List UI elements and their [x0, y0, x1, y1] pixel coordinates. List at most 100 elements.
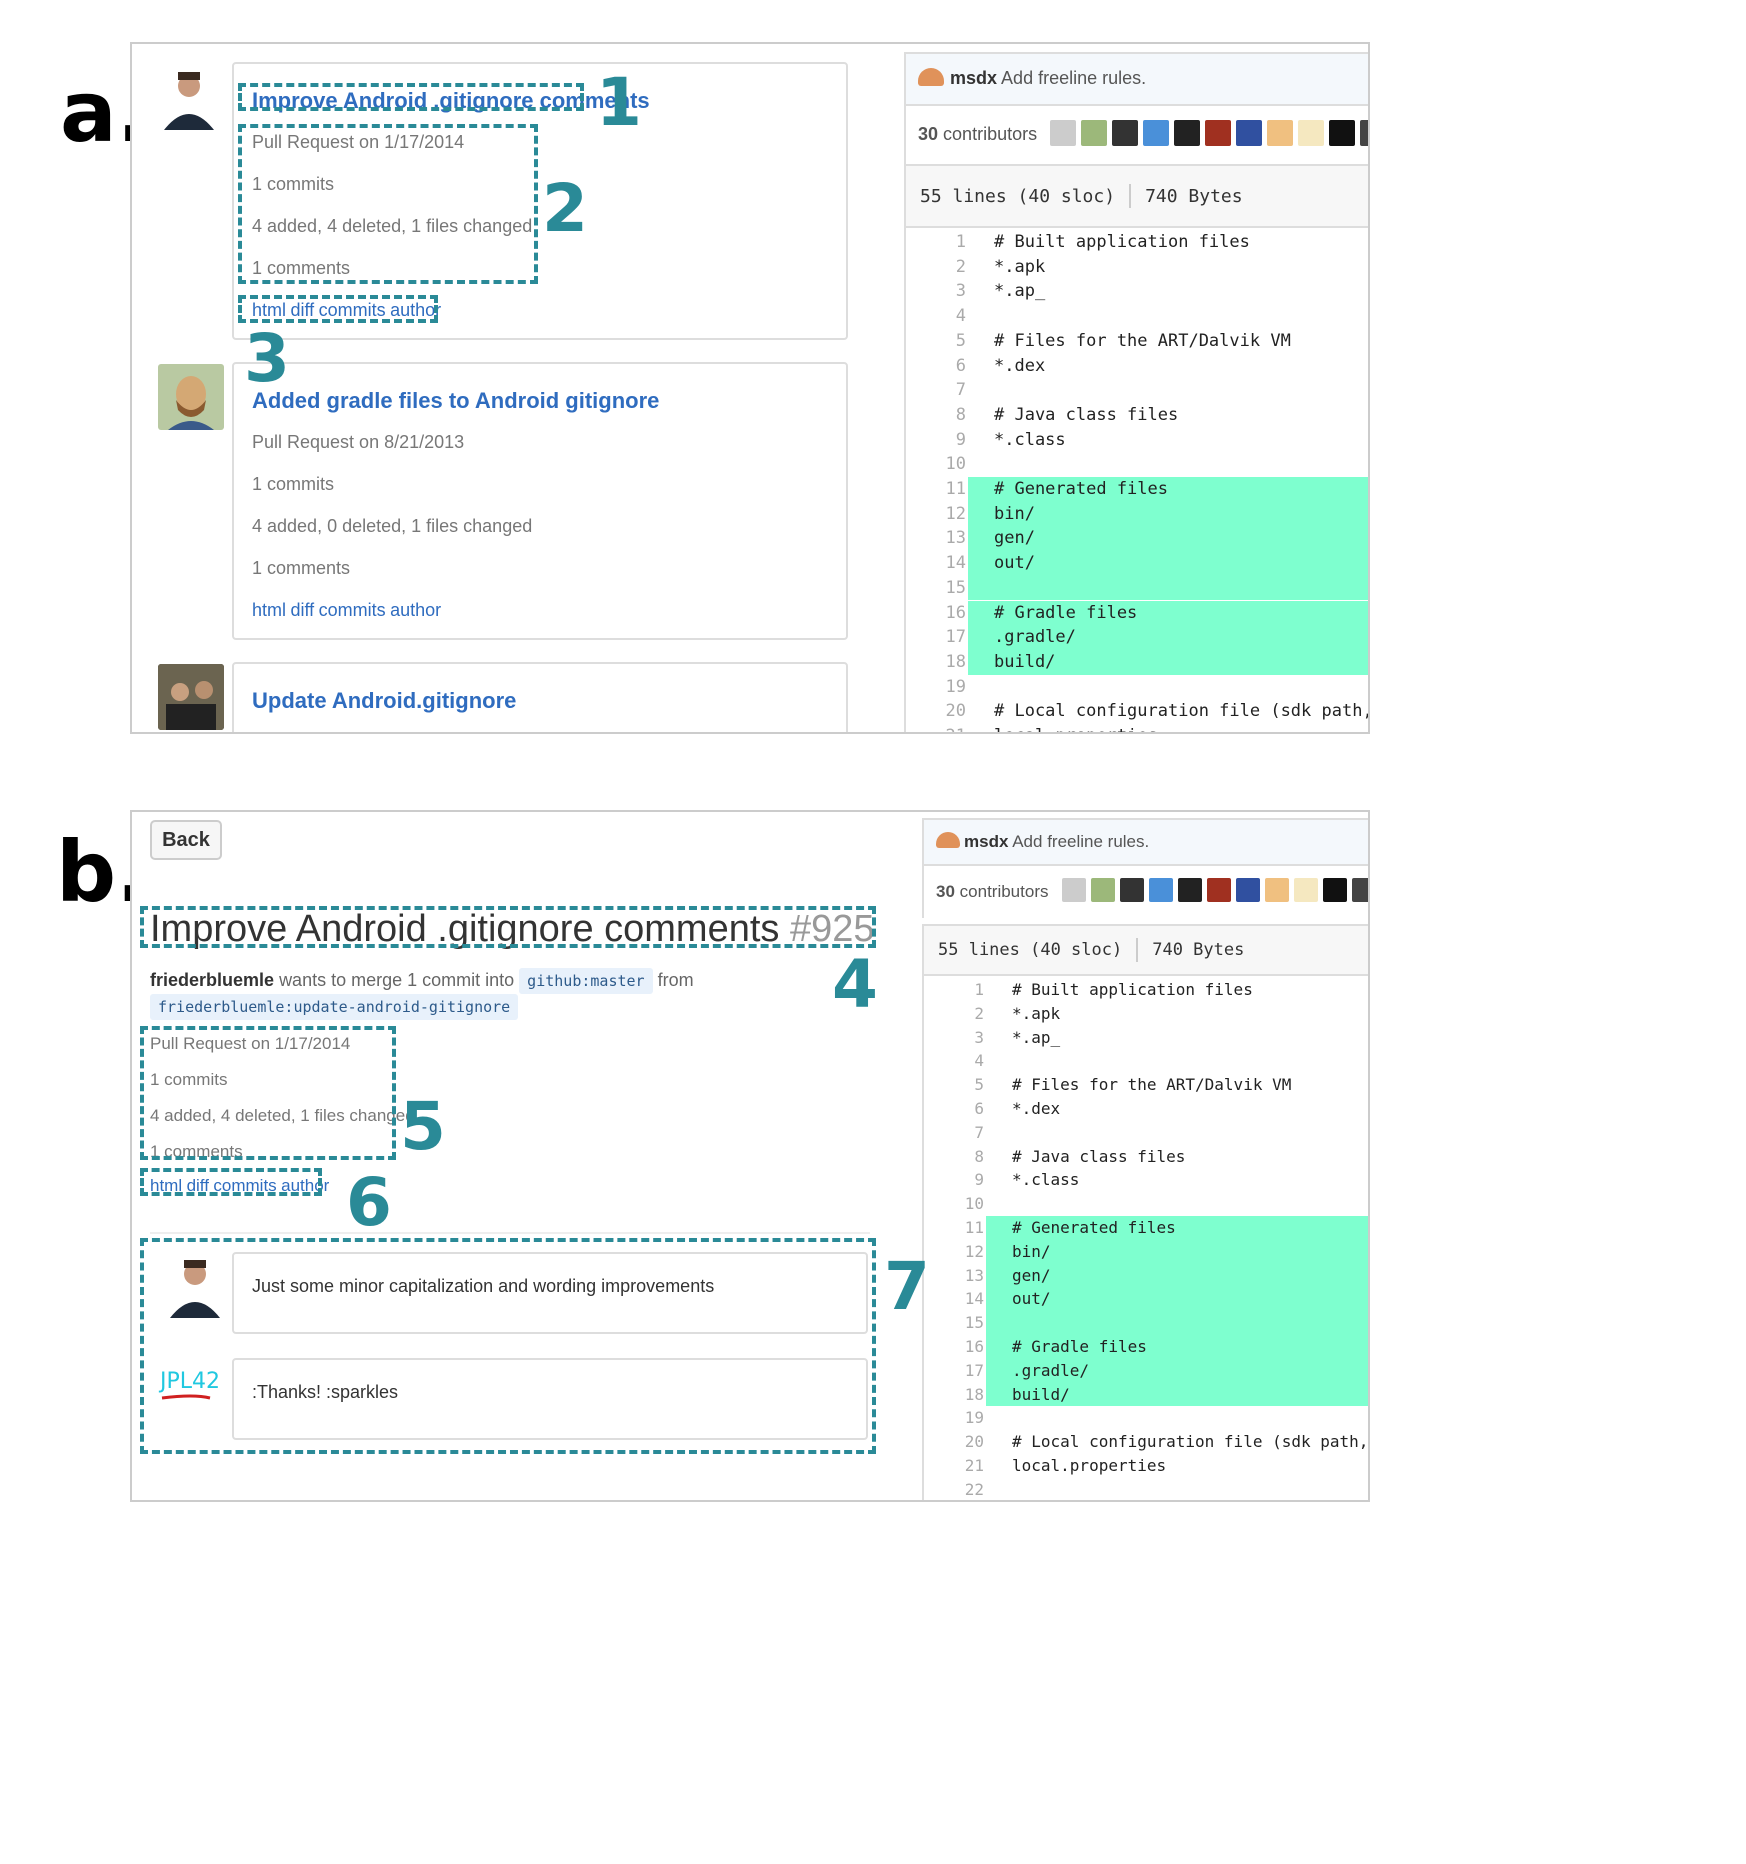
pr-title-link[interactable]: Update Android.gitignore [252, 688, 516, 714]
pr-title-link[interactable]: Added gradle files to Android gitignore [252, 388, 659, 414]
line-number[interactable]: 14 [924, 1287, 984, 1311]
line-number[interactable]: 18 [924, 1383, 984, 1407]
code-line: 3 *.ap_ [924, 1026, 1368, 1050]
code-line: 14 out/ [924, 1287, 1368, 1312]
line-number[interactable]: 2 [924, 1002, 984, 1026]
line-number[interactable]: 7 [924, 1121, 984, 1145]
line-number[interactable]: 12 [906, 502, 966, 527]
line-number[interactable]: 12 [924, 1240, 984, 1264]
line-number[interactable]: 6 [924, 1097, 984, 1121]
line-number[interactable]: 5 [906, 329, 966, 354]
line-number[interactable]: 16 [924, 1335, 984, 1359]
line-number[interactable]: 22 [924, 1478, 984, 1500]
code-line: 6 *.dex [906, 354, 1368, 379]
line-number[interactable]: 14 [906, 551, 966, 576]
avatar [158, 364, 224, 430]
code-line: 4 [906, 304, 1368, 329]
line-number[interactable]: 4 [906, 304, 966, 329]
code-line: 15 [924, 1311, 1368, 1335]
code-line: 12 bin/ [906, 501, 1368, 527]
line-number[interactable]: 13 [924, 1264, 984, 1288]
line-number[interactable]: 20 [924, 1430, 984, 1454]
line-text: # Gradle files [1012, 1337, 1147, 1356]
callout-5-number: 5 [400, 1088, 446, 1165]
line-number[interactable]: 21 [906, 724, 966, 732]
line-number[interactable]: 16 [906, 601, 966, 626]
diff-link[interactable]: diff [290, 600, 314, 620]
line-number[interactable]: 20 [906, 699, 966, 724]
code-line: 10 [906, 452, 1368, 477]
line-number[interactable]: 15 [924, 1311, 984, 1335]
line-number[interactable]: 7 [906, 378, 966, 403]
line-text: # Local configuration file (sdk path, et… [994, 701, 1370, 722]
line-number[interactable]: 3 [906, 279, 966, 304]
line-number[interactable]: 5 [924, 1073, 984, 1097]
line-text: # Generated files [1012, 1218, 1176, 1237]
code-line: 13 gen/ [924, 1263, 1368, 1288]
line-number[interactable]: 18 [906, 650, 966, 675]
line-number[interactable]: 2 [906, 255, 966, 280]
code-line: 15 [906, 575, 1368, 601]
line-text: out/ [1012, 1289, 1051, 1309]
line-number[interactable]: 19 [924, 1406, 984, 1430]
line-text: local.properties [994, 724, 1158, 732]
line-number[interactable]: 21 [924, 1454, 984, 1478]
commits-link[interactable]: commits [319, 600, 386, 620]
line-number[interactable]: 6 [906, 354, 966, 379]
line-number[interactable]: 17 [906, 625, 966, 650]
commit-message[interactable]: Add freeline rules. [1001, 68, 1146, 88]
base-branch[interactable]: github:master [519, 968, 653, 994]
line-number[interactable]: 11 [906, 477, 966, 502]
line-number[interactable]: 10 [924, 1192, 984, 1216]
head-branch[interactable]: friederbluemle:update-android-gitignore [150, 994, 519, 1020]
line-number[interactable]: 17 [924, 1359, 984, 1383]
merge-user[interactable]: friederbluemle [150, 970, 274, 990]
lines-info: 55 lines (40 sloc) [938, 940, 1123, 960]
contributors-label[interactable]: contributors [960, 882, 1049, 901]
line-number[interactable]: 9 [906, 428, 966, 453]
size-info: 740 Bytes [1152, 940, 1245, 960]
line-number[interactable]: 3 [924, 1026, 984, 1050]
line-number[interactable]: 8 [924, 1145, 984, 1169]
author-link[interactable]: author [390, 600, 441, 620]
contributor-avatars[interactable] [1050, 120, 1368, 146]
line-text: # Gradle files [994, 602, 1138, 623]
contributors-label[interactable]: contributors [943, 124, 1037, 144]
line-text: gen/ [994, 528, 1035, 549]
back-button[interactable]: Back [150, 820, 222, 860]
commit-message[interactable]: Add freeline rules. [1012, 832, 1149, 851]
line-number[interactable]: 1 [924, 978, 984, 1002]
pr-card: Added gradle files to Android gitignore … [232, 362, 848, 640]
commit-author[interactable]: msdx [964, 832, 1008, 851]
line-number[interactable]: 9 [924, 1168, 984, 1192]
line-number[interactable]: 13 [906, 526, 966, 551]
contributor-avatars[interactable] [1062, 878, 1368, 902]
line-text: .gradle/ [1012, 1360, 1090, 1380]
code-line: 1 # Built application files [906, 230, 1368, 255]
line-text: # Local configuration file (sdk path, et… [1012, 1432, 1369, 1452]
callout-2-number: 2 [542, 170, 588, 247]
line-number[interactable]: 8 [906, 403, 966, 428]
merge-text: wants to merge 1 commit into [279, 970, 515, 990]
head-branch-wrap: friederbluemle:update-android-gitignore [150, 994, 519, 1020]
line-number[interactable]: 10 [906, 452, 966, 477]
line-number[interactable]: 11 [924, 1216, 984, 1240]
code-line: 14 out/ [906, 551, 1368, 576]
line-number[interactable]: 4 [924, 1049, 984, 1073]
code-line: 6 *.dex [924, 1097, 1368, 1121]
code-line: 2 *.apk [924, 1002, 1368, 1026]
code-line: 2 *.apk [906, 255, 1368, 280]
html-link[interactable]: html [252, 600, 286, 620]
line-number[interactable]: 19 [906, 675, 966, 700]
line-text: .gradle/ [994, 627, 1076, 648]
code-line: 13 gen/ [906, 526, 1368, 552]
code-viewer: 55 lines (40 sloc) 740 Bytes 1 # Built app… [904, 164, 1370, 732]
merge-info: friederbluemle wants to merge 1 commit i… [150, 968, 694, 994]
line-number[interactable]: 15 [906, 576, 966, 601]
code-line: 12 bin/ [924, 1239, 1368, 1264]
merge-from: from [657, 970, 694, 990]
commit-author[interactable]: msdx [950, 68, 997, 88]
line-number[interactable]: 1 [906, 230, 966, 255]
line-text: *.dex [994, 355, 1046, 376]
file-info-bar: 55 lines (40 sloc) 740 Bytes [924, 926, 1368, 976]
